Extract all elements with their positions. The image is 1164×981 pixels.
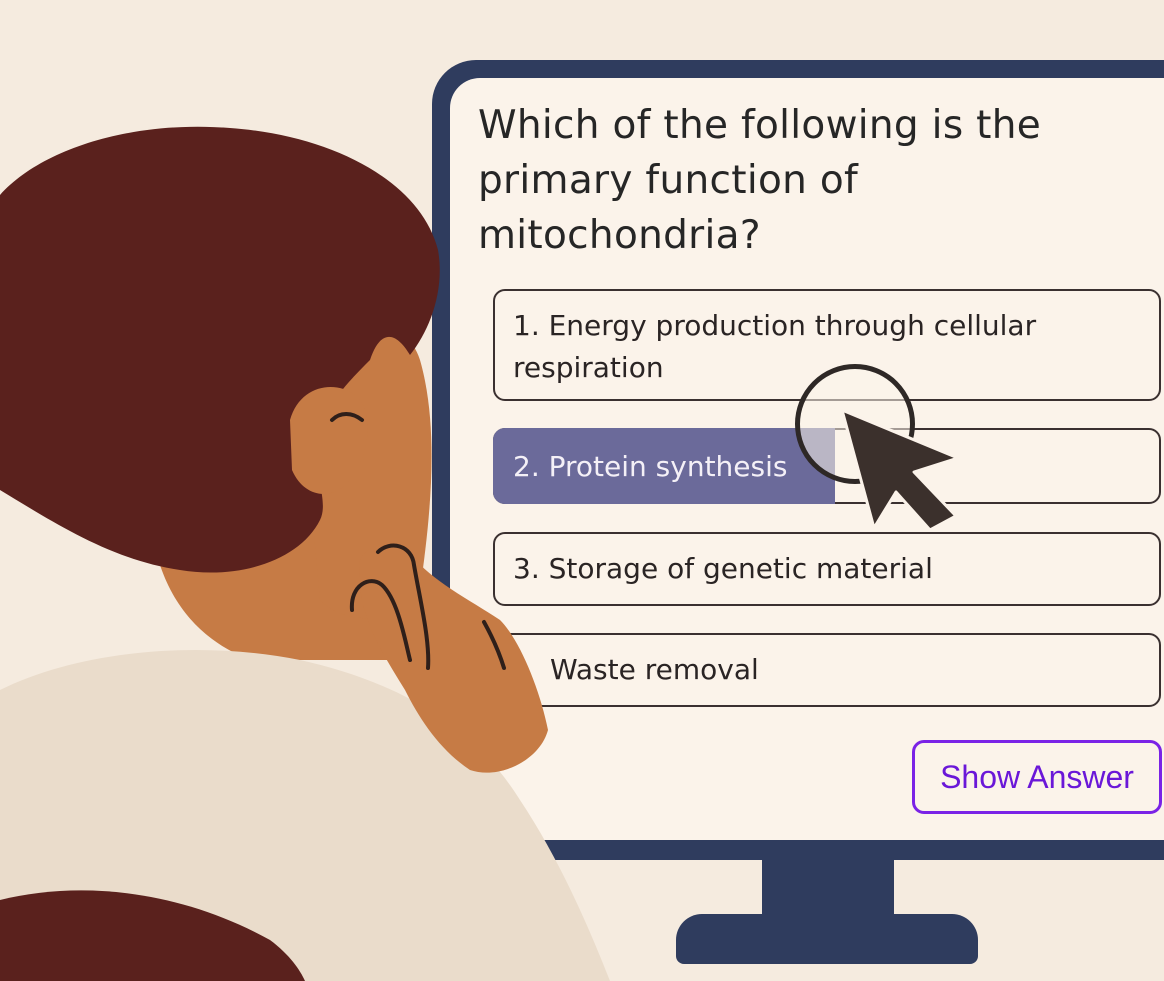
show-answer-button[interactable]: Show Answer xyxy=(912,740,1162,814)
illustration-scene: Which of the following is the primary fu… xyxy=(0,0,1164,981)
monitor-base xyxy=(676,914,978,964)
mouse-pointer-icon xyxy=(840,408,960,532)
person-illustration xyxy=(0,126,610,981)
